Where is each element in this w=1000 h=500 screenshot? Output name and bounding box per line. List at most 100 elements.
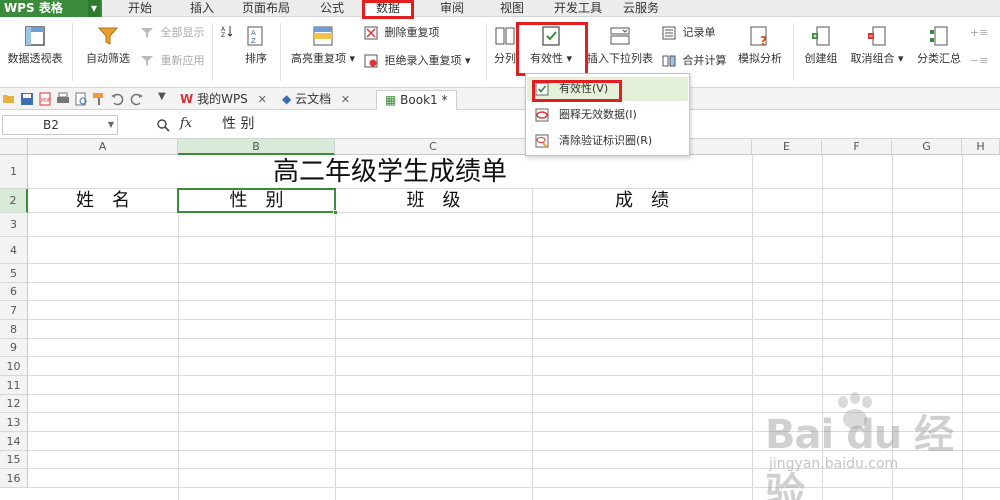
ungroup-button[interactable]: 取消组合 ▾ — [846, 21, 908, 66]
name-box[interactable]: B2 ▼ — [2, 115, 118, 135]
chevron-down-icon[interactable]: ▼ — [108, 116, 114, 134]
app-name: WPS 表格 — [4, 1, 63, 15]
reject-duplicates-button[interactable]: 拒绝录入重复项 ▾ — [364, 51, 471, 71]
redo-icon[interactable] — [130, 92, 144, 106]
close-icon[interactable]: ✕ — [341, 93, 350, 106]
collapse-detail-button[interactable]: −≡ — [970, 51, 988, 71]
fill-handle[interactable] — [333, 210, 338, 215]
menu-bar: WPS 表格 ▼ 开始 插入 页面布局 公式 数据 审阅 视图 开发工具 云服务 — [0, 0, 1000, 17]
menu-item-clear-circles[interactable]: 清除验证标识圈(R) — [527, 129, 688, 153]
row-header-8[interactable]: 8 — [0, 320, 28, 339]
format-painter-icon[interactable] — [92, 92, 106, 106]
gridline — [28, 282, 1000, 283]
expand-detail-button[interactable]: +≡ — [970, 23, 988, 43]
sort-icon: AZ — [247, 26, 263, 46]
remove-duplicates-icon — [364, 26, 378, 40]
row-header-5[interactable]: 5 — [0, 264, 28, 283]
cloud-docs-icon: ◆ — [282, 92, 292, 106]
tab-book1[interactable]: ▦ Book1 * — [376, 90, 457, 110]
sheet-title: 高二年级学生成绩单 — [272, 157, 507, 187]
row-header-13[interactable]: 13 — [0, 413, 28, 432]
autofilter-button[interactable]: 自动筛选 — [80, 21, 136, 66]
save-icon[interactable] — [20, 92, 34, 106]
tab-book1-label: Book1 * — [400, 93, 448, 107]
reapply-button[interactable]: 重新应用 — [140, 51, 205, 71]
row-header-14[interactable]: 14 — [0, 432, 28, 451]
insert-dropdown-list-button[interactable]: 插入下拉列表 — [584, 21, 656, 66]
row-header-2[interactable]: 2 — [0, 189, 28, 213]
row-header-10[interactable]: 10 — [0, 357, 28, 376]
print-preview-icon[interactable] — [74, 92, 88, 106]
spreadsheet-file-icon: ▦ — [385, 93, 397, 107]
tab-home[interactable]: 开始 — [118, 0, 162, 17]
row-header-15[interactable]: 15 — [0, 451, 28, 469]
filter-icon — [97, 27, 119, 45]
tab-developer[interactable]: 开发工具 — [546, 0, 610, 17]
cell-d2[interactable]: 成 绩 — [532, 189, 752, 213]
split-columns-button[interactable]: 分列 — [492, 21, 518, 66]
pivot-table-button[interactable]: 数据透视表 — [4, 21, 66, 66]
cell-a2[interactable]: 姓 名 — [28, 189, 178, 213]
remove-duplicates-button[interactable]: 删除重复项 — [364, 23, 440, 43]
row-header-11[interactable]: 11 — [0, 376, 28, 395]
export-pdf-icon[interactable]: PDF — [38, 92, 52, 106]
menu-item-circle-invalid[interactable]: 圈释无效数据(I) — [527, 103, 688, 127]
consolidate-icon — [662, 55, 676, 67]
autofilter-label: 自动筛选 — [86, 52, 130, 65]
column-header-g[interactable]: G — [892, 139, 962, 155]
row-header-3[interactable]: 3 — [0, 213, 28, 237]
app-menu-caret-icon[interactable]: ▼ — [88, 0, 100, 17]
consolidate-button[interactable]: 合并计算 — [662, 51, 727, 71]
create-group-button[interactable]: 创建组 — [798, 21, 844, 66]
active-cell-selection[interactable] — [177, 188, 338, 215]
select-all-corner[interactable] — [0, 139, 28, 155]
tab-insert[interactable]: 插入 — [180, 0, 224, 17]
tab-my-wps[interactable]: W 我的WPS ✕ — [180, 90, 267, 110]
subtotal-button[interactable]: 分类汇总 — [912, 21, 966, 66]
show-all-button[interactable]: 全部显示 — [140, 23, 205, 43]
document-tab-strip: PDF ▼ W 我的WPS ✕ ◆ 云文档 ✕ ▦ Book1 * — [0, 88, 1000, 110]
tab-view[interactable]: 视图 — [490, 0, 534, 17]
row-header-16[interactable]: 16 — [0, 469, 28, 488]
cell-c2[interactable]: 班 级 — [335, 189, 532, 213]
row-header-12[interactable]: 12 — [0, 395, 28, 413]
column-header-a[interactable]: A — [28, 139, 178, 155]
tab-cloud-docs[interactable]: ◆ 云文档 ✕ — [282, 90, 350, 110]
column-header-f[interactable]: F — [822, 139, 892, 155]
consolidate-label: 合并计算 — [682, 54, 727, 67]
row-header-9[interactable]: 9 — [0, 339, 28, 357]
sort-az-button[interactable]: AZ — [220, 21, 237, 41]
app-menu-button[interactable]: WPS 表格 ▼ — [0, 0, 102, 17]
row-header-7[interactable]: 7 — [0, 301, 28, 320]
column-header-b[interactable]: B — [178, 139, 335, 155]
column-header-e[interactable]: E — [752, 139, 822, 155]
row-header-4[interactable]: 4 — [0, 237, 28, 264]
menu-item-validity[interactable]: 有效性(V) — [527, 77, 688, 101]
zoom-icon[interactable] — [156, 118, 170, 132]
row-header-1[interactable]: 1 — [0, 155, 28, 189]
print-icon[interactable] — [56, 92, 70, 106]
validity-button[interactable]: 有效性 ▾ — [522, 21, 580, 66]
column-header-h[interactable]: H — [962, 139, 1000, 155]
gridline — [28, 319, 1000, 320]
tab-data[interactable]: 数据 — [364, 0, 412, 17]
open-folder-icon[interactable] — [2, 92, 16, 106]
insert-function-icon[interactable]: fx — [180, 116, 192, 131]
subtotal-label: 分类汇总 — [917, 52, 961, 65]
dropdown-list-icon — [610, 27, 630, 45]
close-icon[interactable]: ✕ — [258, 93, 267, 106]
sort-button[interactable]: AZ 排序 — [240, 21, 272, 66]
menu-item-clear-circles-label: 清除验证标识圈(R) — [559, 134, 653, 147]
record-form-button[interactable]: 记录单 — [662, 23, 716, 43]
what-if-analysis-button[interactable]: ? 模拟分析 — [734, 21, 786, 66]
tab-cloud[interactable]: 云服务 — [616, 0, 666, 17]
tab-formula[interactable]: 公式 — [310, 0, 354, 17]
tab-review[interactable]: 审阅 — [430, 0, 474, 17]
customize-toolbar-icon[interactable]: ▼ — [158, 91, 172, 105]
column-header-c[interactable]: C — [335, 139, 532, 155]
row-header-6[interactable]: 6 — [0, 283, 28, 301]
highlight-duplicates-button[interactable]: 高亮重复项 ▾ — [288, 21, 358, 66]
tab-page-layout[interactable]: 页面布局 — [234, 0, 298, 17]
undo-icon[interactable] — [110, 92, 124, 106]
watermark-url: jingyan.baidu.com — [769, 456, 899, 472]
